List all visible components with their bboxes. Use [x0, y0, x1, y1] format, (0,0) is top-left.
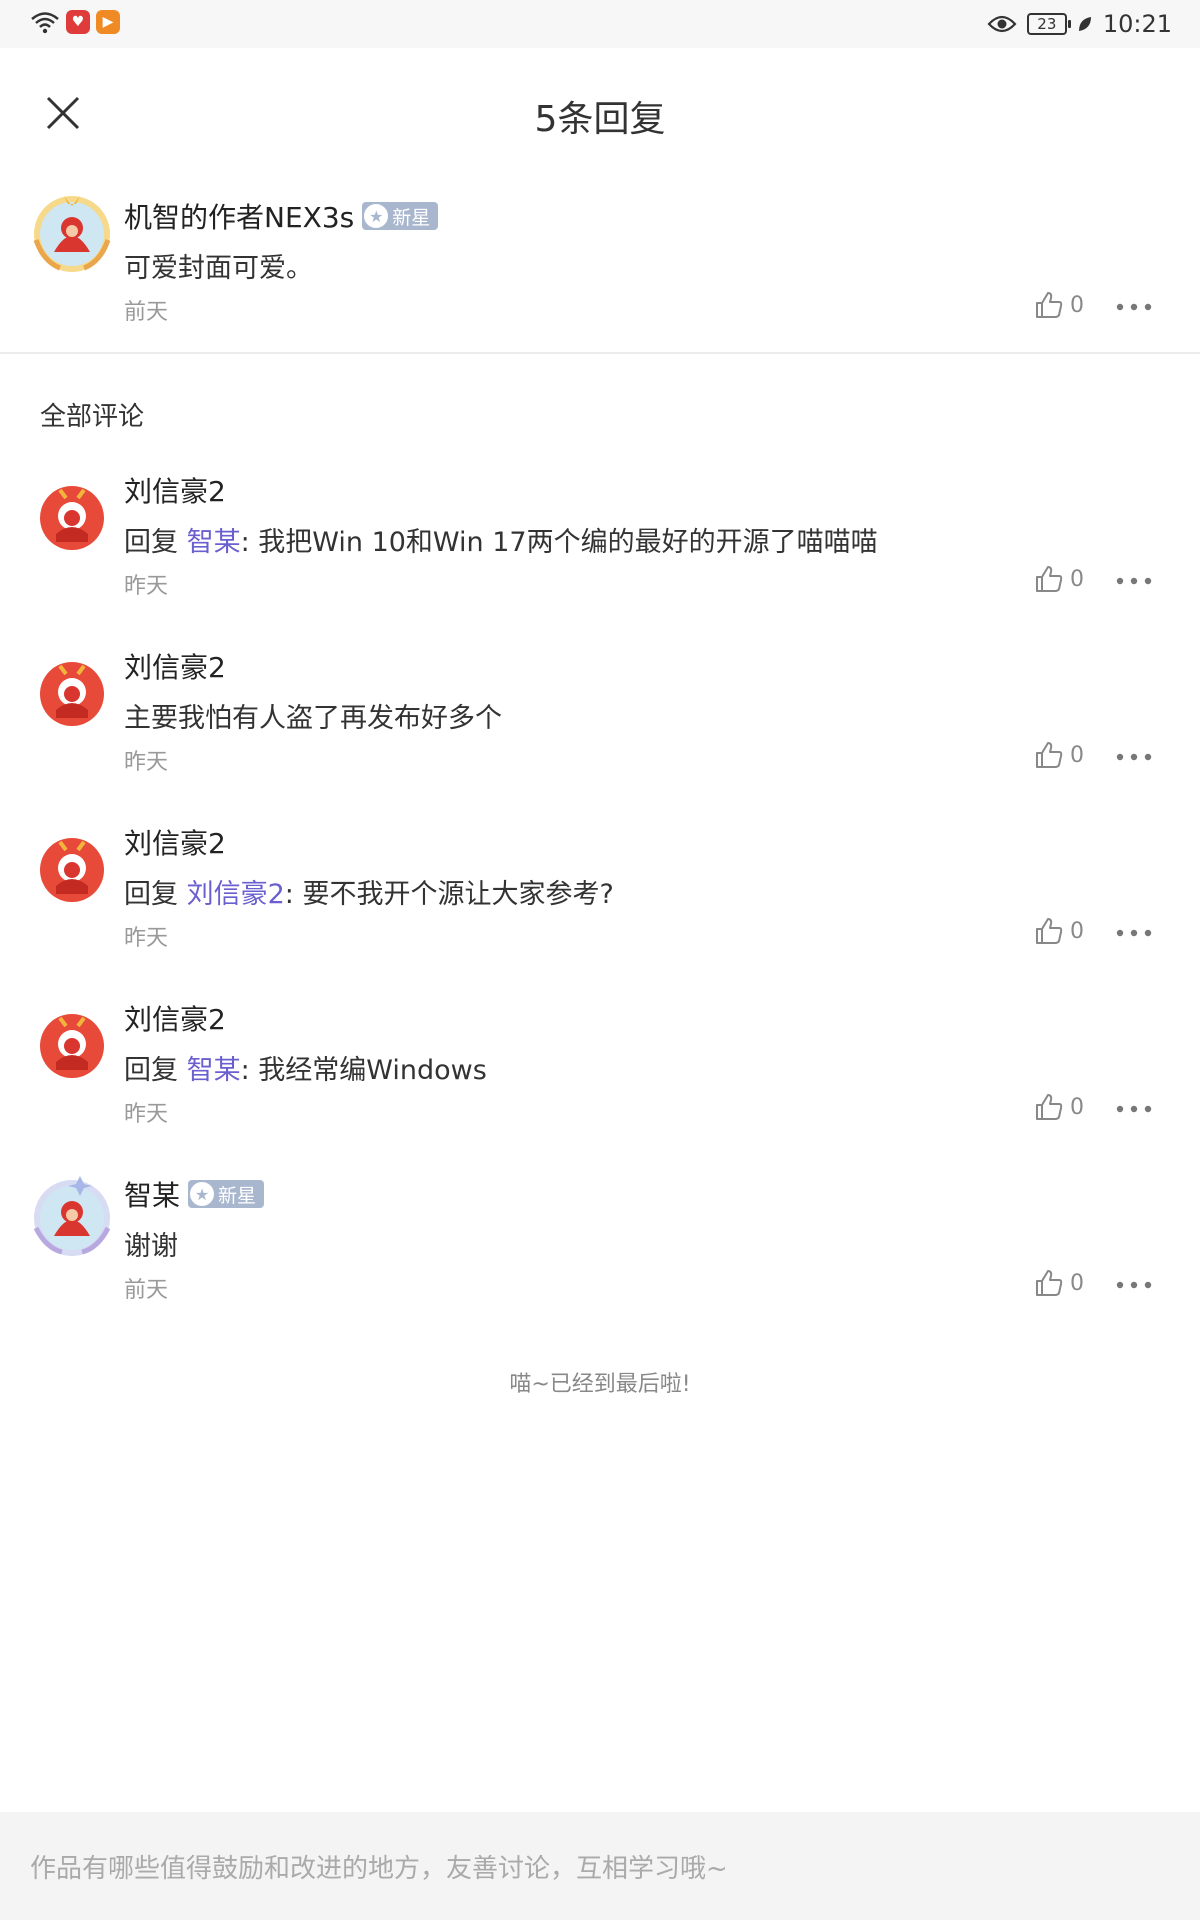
reply-prefix: 回复 [124, 1055, 187, 1086]
reply-text: 回复 智某: 我把Win 10和Win 17两个编的最好的开源了喵喵喵 [124, 520, 878, 559]
user-row: 刘信豪2 [124, 470, 226, 510]
like-button[interactable]: 0 [1034, 290, 1084, 320]
comment-time: 昨天 [124, 574, 169, 599]
mention-link[interactable]: 智某 [187, 527, 241, 558]
end-of-list-text: 喵~已经到最后啦! [509, 1372, 691, 1397]
user-avatar[interactable] [30, 1004, 114, 1088]
more-icon[interactable] [1114, 1270, 1154, 1300]
like-count: 0 [1070, 1094, 1084, 1120]
mention-link[interactable]: 刘信豪2 [187, 879, 285, 910]
like-button[interactable]: 0 [1034, 1092, 1084, 1122]
user-row: 刘信豪2 [124, 998, 226, 1038]
thumb-up-icon [1036, 1094, 1063, 1120]
user-row: 刘信豪2 [124, 822, 226, 862]
app-notification-icon: ♥ [66, 10, 90, 34]
reply-prefix: 回复 [124, 527, 187, 558]
user-avatar[interactable] [30, 1174, 114, 1258]
star-icon: ★ [364, 204, 389, 228]
original-comment: 机智的作者NEX3s ★ 新星 可爱封面可爱。 前天 0 [0, 190, 1200, 350]
user-avatar[interactable] [30, 476, 114, 560]
status-icons-right: 23 10:21 [987, 10, 1172, 38]
like-count: 0 [1070, 566, 1084, 592]
reply-text: 主要我怕有人盗了再发布好多个 [124, 703, 502, 734]
comment-time: 昨天 [124, 750, 169, 775]
section-title: 全部评论 [40, 402, 145, 432]
battery-level: 23 [1037, 15, 1057, 33]
clock-time: 10:21 [1102, 10, 1172, 38]
comment-time: 前天 [124, 300, 169, 325]
mention-link[interactable]: 智某 [187, 1055, 241, 1086]
username[interactable]: 刘信豪2 [124, 998, 226, 1038]
reply-text: 谢谢 [124, 1231, 178, 1262]
status-bar: ♥ ▶ 23 10:21 [0, 0, 1200, 48]
like-count: 0 [1070, 918, 1084, 944]
leaf-icon [1078, 17, 1091, 31]
more-icon[interactable] [1114, 292, 1154, 322]
rank-badge: ★ 新星 [188, 1180, 265, 1208]
thumb-up-icon [1036, 918, 1063, 944]
username[interactable]: 刘信豪2 [124, 470, 226, 510]
reply-body: : 我把Win 10和Win 17两个编的最好的开源了喵喵喵 [240, 527, 878, 558]
username[interactable]: 智某 [124, 1174, 180, 1214]
more-icon[interactable] [1114, 742, 1154, 772]
like-button[interactable]: 0 [1034, 740, 1084, 770]
reply-item: 刘信豪2 回复 智某: 我把Win 10和Win 17两个编的最好的开源了喵喵喵… [0, 470, 1200, 610]
comment-input-placeholder: 作品有哪些值得鼓励和改进的地方，友善讨论，互相学习哦~ [30, 1854, 728, 1884]
reply-text: 回复 智某: 我经常编Windows [124, 1048, 487, 1087]
like-count: 0 [1070, 742, 1084, 768]
rank-badge: ★ 新星 [362, 202, 439, 230]
reply-item: 刘信豪2 回复 刘信豪2: 要不我开个源让大家参考? 昨天 0 [0, 822, 1200, 962]
wifi-icon [31, 12, 59, 34]
reply-item: 刘信豪2 回复 智某: 我经常编Windows 昨天 0 [0, 998, 1200, 1138]
comment-time: 前天 [124, 1278, 169, 1303]
thumb-up-icon [1036, 292, 1063, 318]
reply-body: : 要不我开个源让大家参考? [284, 879, 614, 910]
user-avatar[interactable] [30, 828, 114, 912]
thumb-up-icon [1036, 566, 1063, 592]
divider [0, 352, 1200, 354]
username[interactable]: 刘信豪2 [124, 646, 226, 686]
star-icon: ★ [190, 1182, 215, 1206]
reply-text: 回复 刘信豪2: 要不我开个源让大家参考? [124, 872, 614, 911]
reply-prefix: 回复 [124, 879, 187, 910]
user-row: 刘信豪2 [124, 646, 226, 686]
thumb-up-icon [1036, 742, 1063, 768]
user-row: 智某 ★ 新星 [124, 1174, 265, 1214]
like-button[interactable]: 0 [1034, 564, 1084, 594]
like-button[interactable]: 0 [1034, 1268, 1084, 1298]
reply-item: 刘信豪2 主要我怕有人盗了再发布好多个 昨天 0 [0, 646, 1200, 786]
header: 5条回复 [0, 48, 1200, 178]
user-row: 机智的作者NEX3s ★ 新星 [124, 196, 439, 236]
comment-input[interactable]: 作品有哪些值得鼓励和改进的地方，友善讨论，互相学习哦~ [0, 1812, 1200, 1920]
like-button[interactable]: 0 [1034, 916, 1084, 946]
more-icon[interactable] [1114, 918, 1154, 948]
comment-time: 昨天 [124, 1102, 169, 1127]
user-avatar[interactable] [30, 652, 114, 736]
status-icons-left: ♥ ▶ [30, 10, 120, 34]
username[interactable]: 机智的作者NEX3s [124, 196, 354, 236]
badge-label: 新星 [392, 206, 431, 229]
page-title: 5条回复 [534, 99, 666, 140]
comment-time: 昨天 [124, 926, 169, 951]
more-icon[interactable] [1114, 1094, 1154, 1124]
badge-label: 新星 [218, 1184, 257, 1207]
eye-icon [987, 15, 1017, 33]
like-count: 0 [1070, 1270, 1084, 1296]
comment-text: 可爱封面可爱。 [124, 253, 313, 284]
like-count: 0 [1070, 292, 1084, 318]
reply-item: 智某 ★ 新星 谢谢 前天 0 [0, 1174, 1200, 1314]
battery-icon: 23 [1026, 13, 1071, 35]
thumb-up-icon [1036, 1270, 1063, 1296]
more-icon[interactable] [1114, 566, 1154, 596]
user-avatar[interactable] [30, 190, 114, 274]
username[interactable]: 刘信豪2 [124, 822, 226, 862]
video-app-icon: ▶ [96, 10, 120, 34]
reply-body: : 我经常编Windows [240, 1055, 487, 1086]
